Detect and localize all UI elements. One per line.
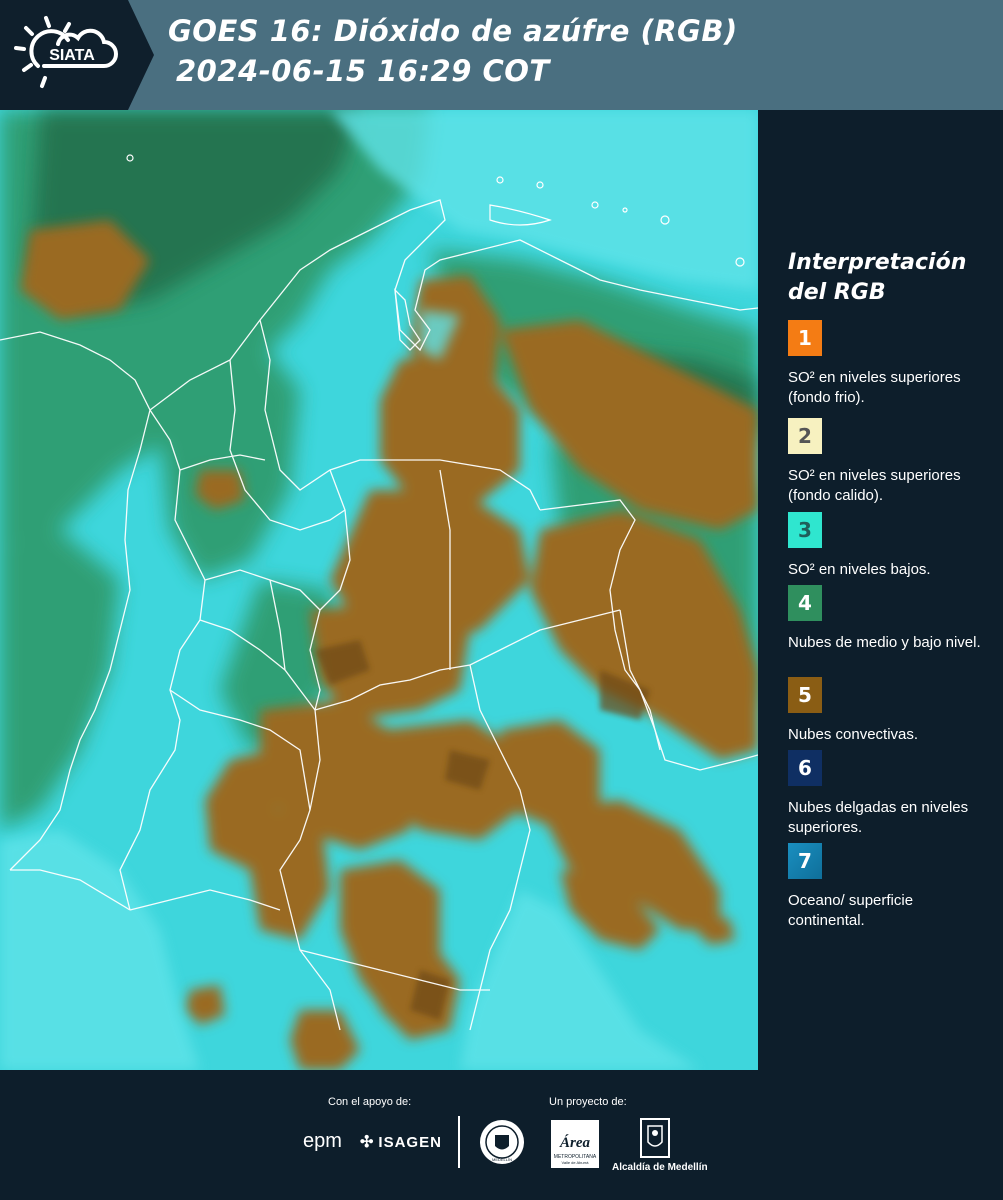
legend-item-5: 5 Nubes convectivas. [788,677,993,745]
legend-swatch-2: 2 [788,418,822,454]
siata-logo[interactable]: SIATA [14,14,126,96]
legend-label-1: SO² en niveles superiores (fondo frio). [788,369,961,406]
epm-logo[interactable]: epm [303,1130,342,1153]
logo-panel: SIATA [0,0,128,110]
legend-item-7: 7 Oceano/ superficie continental. [788,843,993,931]
legend-swatch-4: 4 [788,585,822,621]
legend-label-7: Oceano/ superficie continental. [788,892,914,929]
footer-divider [458,1116,460,1168]
area-metropolitana-logo[interactable]: Área METROPOLITANA Valle de Aburrá [551,1120,599,1168]
isagen-logo[interactable]: ✣ ISAGEN [360,1132,442,1152]
timestamp-title: 2024-06-15 16:29 COT [176,54,550,88]
legend-item-4: 4 Nubes de medio y bajo nivel. [788,585,993,653]
legend-item-6: 6 Nubes delgadas en niveles superiores. [788,750,993,838]
legend-label-3: SO² en niveles bajos. [788,561,931,578]
area-logo-name: Área [559,1134,591,1151]
logo-arrow [128,0,154,110]
legend-label-6: Nubes delgadas en niveles superiores. [788,799,969,836]
legend-swatch-5: 5 [788,677,822,713]
alcaldia-shield-icon[interactable] [640,1118,670,1158]
area-logo-sub2: Valle de Aburrá [561,1160,589,1165]
seal-text: MEDELLÍN [492,1157,512,1162]
header-bar: SIATA GOES 16: Dióxido de azúfre (RGB) 2… [0,0,1003,110]
isagen-mark-icon: ✣ [360,1134,375,1151]
page-title: GOES 16: Dióxido de azúfre (RGB) [168,14,738,48]
siata-logo-text: SIATA [49,47,95,64]
legend-item-2: 2 SO² en niveles superiores (fondo calid… [788,418,993,506]
legend-label-5: Nubes convectivas. [788,726,919,743]
legend-item-1: 1 SO² en niveles superiores (fondo frio)… [788,320,993,408]
legend-swatch-6: 6 [788,750,822,786]
project-label: Un proyecto de: [549,1096,627,1108]
legend-item-3: 3 SO² en niveles bajos. [788,512,993,580]
satellite-map[interactable] [0,110,758,1070]
medellin-seal-logo[interactable]: MEDELLÍN [478,1118,526,1166]
legend-panel: Interpretación del RGB 1 SO² en niveles … [758,110,1003,1070]
footer-bar: Con el apoyo de: Un proyecto de: epm ✣ IS… [0,1070,1003,1200]
legend-swatch-1: 1 [788,320,822,356]
satellite-image [0,110,758,1070]
legend-title: Interpretación del RGB [788,250,967,305]
legend-swatch-3: 3 [788,512,822,548]
legend-swatch-7: 7 [788,843,822,879]
legend-label-2: SO² en niveles superiores (fondo calido)… [788,467,961,504]
legend-label-4: Nubes de medio y bajo nivel. [788,634,981,651]
support-label: Con el apoyo de: [328,1096,412,1108]
isagen-text: ISAGEN [378,1134,442,1151]
alcaldia-label: Alcaldía de Medellín [612,1162,708,1173]
